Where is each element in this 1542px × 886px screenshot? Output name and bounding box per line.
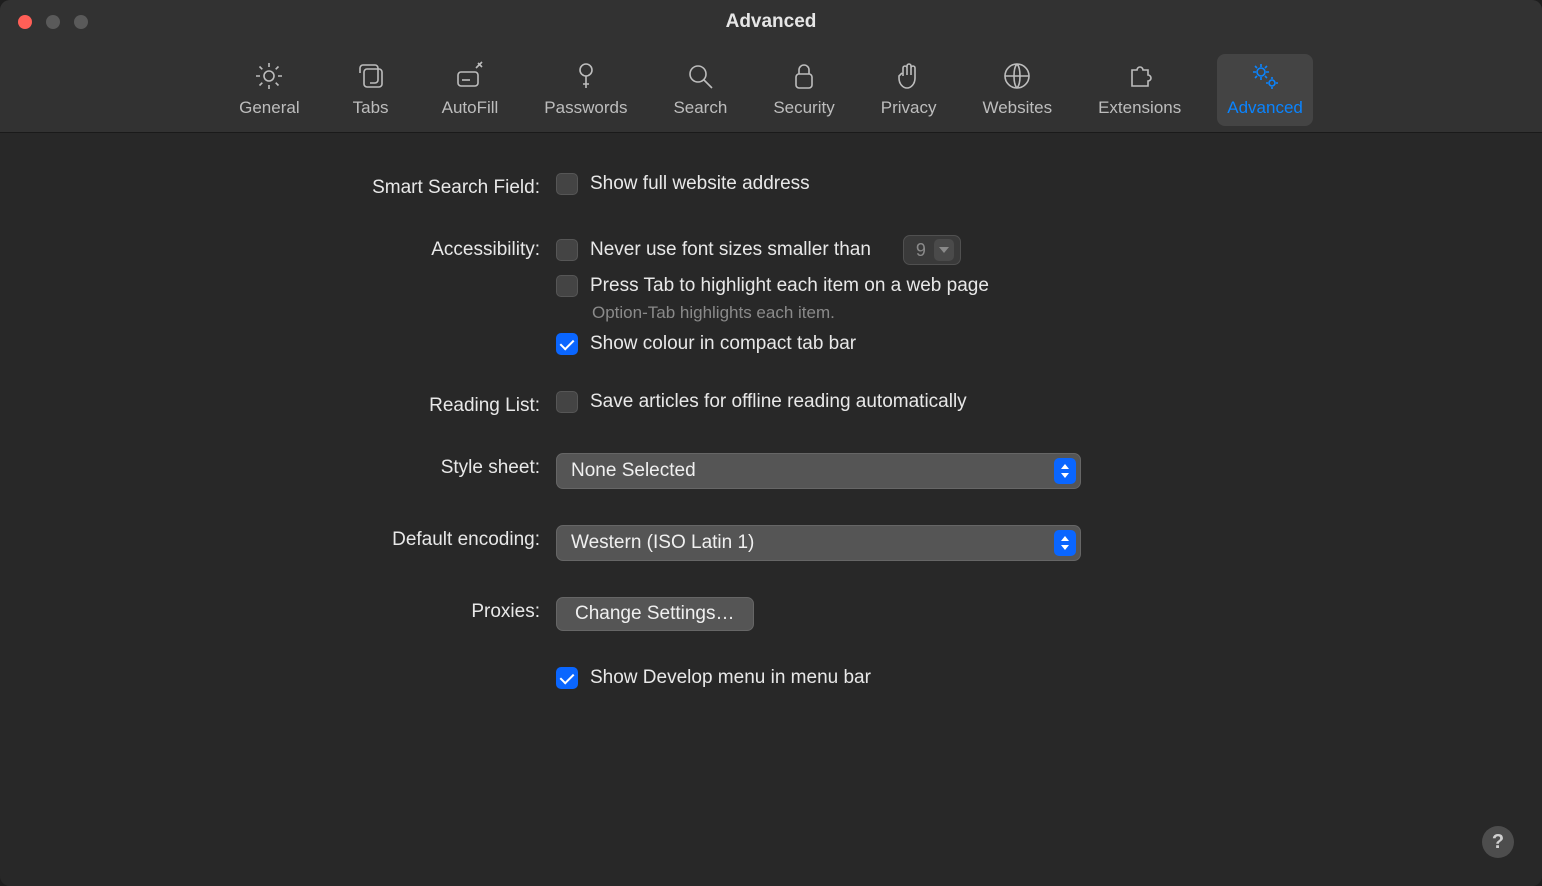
default-encoding-label: Default encoding: — [40, 525, 540, 561]
min-font-select[interactable]: 9 — [903, 235, 961, 265]
tab-highlight-label: Press Tab to highlight each item on a we… — [590, 275, 989, 297]
tab-privacy[interactable]: Privacy — [871, 54, 947, 126]
window-title: Advanced — [726, 11, 817, 33]
tab-label: Privacy — [881, 98, 937, 118]
tab-passwords[interactable]: Passwords — [534, 54, 637, 126]
chevron-down-icon — [934, 239, 954, 261]
key-icon — [570, 60, 602, 92]
tab-label: Advanced — [1227, 98, 1303, 118]
tab-tabs[interactable]: Tabs — [336, 54, 406, 126]
autofill-icon — [454, 60, 486, 92]
offline-reading-label: Save articles for offline reading automa… — [590, 391, 967, 413]
min-font-checkbox[interactable] — [556, 239, 578, 261]
puzzle-icon — [1124, 60, 1156, 92]
traffic-lights — [0, 15, 88, 29]
advanced-gears-icon — [1249, 60, 1281, 92]
globe-icon — [1001, 60, 1033, 92]
proxies-label: Proxies: — [40, 597, 540, 631]
show-full-address-checkbox[interactable] — [556, 173, 578, 195]
tab-label: General — [239, 98, 299, 118]
lock-icon — [788, 60, 820, 92]
default-encoding-value: Western (ISO Latin 1) — [571, 532, 754, 554]
preferences-window: Advanced General Tabs — [0, 0, 1542, 886]
tab-websites[interactable]: Websites — [972, 54, 1062, 126]
smart-search-label: Smart Search Field: — [40, 173, 540, 199]
gear-icon — [253, 60, 285, 92]
tab-label: Websites — [982, 98, 1052, 118]
show-full-address-label: Show full website address — [590, 173, 810, 195]
tab-extensions[interactable]: Extensions — [1088, 54, 1191, 126]
titlebar: Advanced — [0, 0, 1542, 44]
tab-label: Passwords — [544, 98, 627, 118]
min-font-value: 9 — [916, 240, 926, 261]
develop-menu-checkbox[interactable] — [556, 667, 578, 689]
tab-label: AutoFill — [442, 98, 499, 118]
tabs-icon — [355, 60, 387, 92]
tab-advanced[interactable]: Advanced — [1217, 54, 1313, 126]
hand-icon — [893, 60, 925, 92]
style-sheet-label: Style sheet: — [40, 453, 540, 489]
offline-reading-checkbox[interactable] — [556, 391, 578, 413]
style-sheet-value: None Selected — [571, 460, 696, 482]
tab-general[interactable]: General — [229, 54, 309, 126]
tab-label: Security — [773, 98, 834, 118]
tab-label: Extensions — [1098, 98, 1181, 118]
maximize-window-button[interactable] — [74, 15, 88, 29]
minimize-window-button[interactable] — [46, 15, 60, 29]
tab-highlight-hint: Option-Tab highlights each item. — [592, 303, 1502, 323]
min-font-label: Never use font sizes smaller than — [590, 239, 871, 261]
compact-colour-checkbox[interactable] — [556, 333, 578, 355]
tab-autofill[interactable]: AutoFill — [432, 54, 509, 126]
tab-security[interactable]: Security — [763, 54, 844, 126]
help-button[interactable]: ? — [1482, 826, 1514, 858]
default-encoding-select[interactable]: Western (ISO Latin 1) — [556, 525, 1081, 561]
tab-label: Tabs — [353, 98, 389, 118]
content-area: Smart Search Field: Show full website ad… — [0, 133, 1542, 886]
tab-highlight-checkbox[interactable] — [556, 275, 578, 297]
change-settings-button[interactable]: Change Settings… — [556, 597, 754, 631]
reading-list-label: Reading List: — [40, 391, 540, 417]
search-icon — [684, 60, 716, 92]
close-window-button[interactable] — [18, 15, 32, 29]
tab-search[interactable]: Search — [663, 54, 737, 126]
tab-label: Search — [673, 98, 727, 118]
stepper-icon — [1054, 530, 1076, 556]
style-sheet-select[interactable]: None Selected — [556, 453, 1081, 489]
accessibility-label: Accessibility: — [40, 235, 540, 355]
stepper-icon — [1054, 458, 1076, 484]
develop-menu-label: Show Develop menu in menu bar — [590, 667, 871, 689]
preferences-toolbar: General Tabs AutoFill Pass — [0, 44, 1542, 133]
compact-colour-label: Show colour in compact tab bar — [590, 333, 856, 355]
